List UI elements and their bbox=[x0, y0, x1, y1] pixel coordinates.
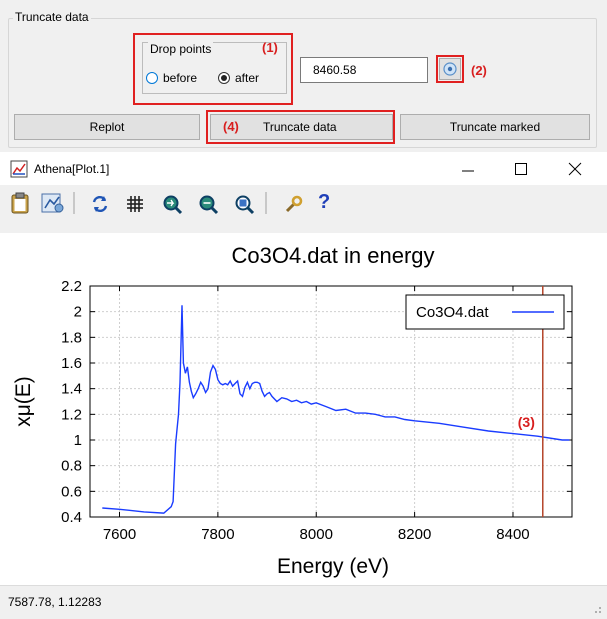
clipboard-icon[interactable] bbox=[8, 191, 32, 215]
y-tick-label: 0.8 bbox=[61, 458, 82, 475]
help-icon[interactable]: ? bbox=[318, 191, 338, 215]
cursor-coordinates: 7587.78, 1.12283 bbox=[8, 595, 102, 609]
copy-plot-icon[interactable] bbox=[40, 191, 66, 215]
x-axis-label: Energy (eV) bbox=[277, 555, 389, 578]
y-tick-label: 1.2 bbox=[61, 406, 82, 423]
toolbar-separator bbox=[73, 192, 75, 214]
series-line-co3o4-dat bbox=[102, 305, 570, 514]
minimize-icon[interactable] bbox=[458, 160, 478, 178]
wrench-icon[interactable] bbox=[283, 193, 305, 215]
app-icon bbox=[10, 160, 28, 178]
plot-area[interactable]: Co3O4.dat in energy 7600 7800 8000 8200 8400 0… bbox=[0, 233, 607, 585]
plot-window-title: Athena[Plot.1] bbox=[34, 162, 110, 176]
chart-title: Co3O4.dat in energy bbox=[231, 243, 434, 268]
y-tick-label: 1.8 bbox=[61, 329, 82, 346]
zoom-reset-icon[interactable] bbox=[233, 193, 255, 215]
x-tick-label: 8000 bbox=[300, 526, 333, 543]
x-tick-label: 8400 bbox=[496, 526, 529, 543]
truncate-group-title: Truncate data bbox=[13, 10, 91, 24]
y-tick-label: 2 bbox=[74, 304, 82, 321]
y-tick-label: 0.6 bbox=[61, 483, 82, 500]
y-tick-label: 1 bbox=[74, 432, 82, 449]
truncate-value-input[interactable]: 8460.58 bbox=[300, 57, 428, 83]
truncate-marked-button[interactable]: Truncate marked bbox=[400, 114, 590, 140]
annotation-1-label: (1) bbox=[262, 40, 278, 55]
y-tick-label: 1.6 bbox=[61, 355, 82, 372]
x-tick-label: 7800 bbox=[201, 526, 234, 543]
replot-button[interactable]: Replot bbox=[14, 114, 200, 140]
zoom-icon[interactable] bbox=[161, 193, 183, 215]
y-axis-label: xμ(E) bbox=[12, 376, 35, 427]
x-tick-label: 8200 bbox=[398, 526, 431, 543]
annotation-4-box bbox=[206, 110, 395, 144]
grid-icon[interactable] bbox=[124, 193, 146, 215]
y-tick-label: 0.4 bbox=[61, 509, 82, 526]
toolbar-separator bbox=[265, 192, 267, 214]
resize-grip-icon[interactable] bbox=[592, 604, 602, 614]
x-tick-label: 7600 bbox=[103, 526, 136, 543]
pick-point-button[interactable] bbox=[439, 58, 461, 80]
maximize-icon[interactable] bbox=[511, 160, 531, 178]
annotation-3-label: (3) bbox=[518, 414, 535, 430]
zoom-in-icon[interactable] bbox=[197, 193, 219, 215]
close-icon[interactable] bbox=[565, 160, 585, 178]
annotation-2-label: (2) bbox=[471, 63, 487, 78]
energy-chart[interactable]: Co3O4.dat in energy 7600 7800 8000 8200 8400 0… bbox=[0, 233, 607, 585]
target-icon bbox=[443, 62, 457, 76]
y-tick-label: 1.4 bbox=[61, 381, 82, 398]
y-tick-label: 2.2 bbox=[61, 278, 82, 295]
legend-label: Co3O4.dat bbox=[416, 304, 489, 321]
refresh-icon[interactable] bbox=[89, 193, 111, 215]
